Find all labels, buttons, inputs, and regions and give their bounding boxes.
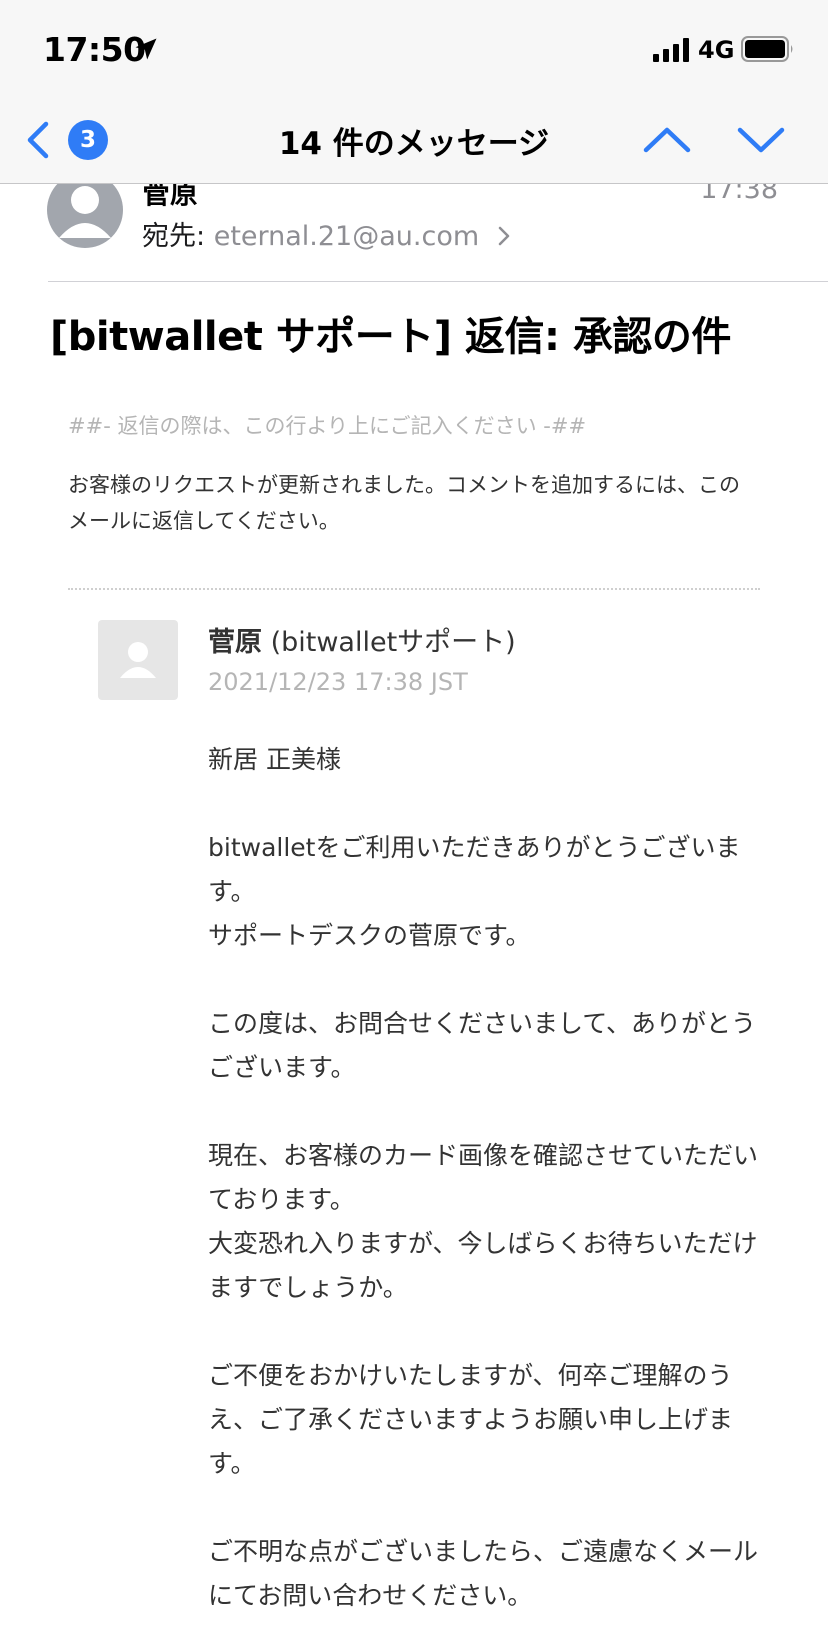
- network-type: 4G: [698, 36, 735, 64]
- reply-marker-line: ##- 返信の際は、この行より上にご記入ください -##: [68, 414, 587, 438]
- body-paragraph: ご不明な点がございましたら、ご遠慮なくメールにてお問い合わせください。: [208, 1537, 759, 1610]
- top-bar: 17:50 4G 3 14 件のメッセージ: [0, 0, 828, 184]
- message-body: 新居 正美様 bitwalletをご利用いただきありがとうございます。 サポートデス…: [208, 738, 768, 1618]
- next-message-chevron-down-icon[interactable]: [734, 118, 788, 162]
- agent-name: 菅原: [208, 627, 262, 658]
- message-subject: [bitwallet サポート] 返信: 承認の件: [50, 314, 731, 360]
- update-notice: お客様のリクエストが更新されました。コメントを追加するには、このメールに返信して…: [68, 473, 740, 533]
- unread-badge[interactable]: 3: [68, 120, 108, 160]
- header-divider: [48, 281, 828, 282]
- dotted-divider: [68, 588, 760, 590]
- person-placeholder-icon: [120, 642, 156, 678]
- agent-date: 2021/12/23 17:38 JST: [208, 668, 468, 696]
- back-chevron-icon[interactable]: [22, 118, 54, 162]
- chevron-right-icon: [498, 226, 509, 246]
- body-paragraph: bitwalletをご利用いただきありがとうございます。 サポートデスクの菅原です…: [208, 833, 741, 950]
- agent-avatar: [98, 620, 178, 700]
- recipient-row[interactable]: 宛先: eternal.21@au.com: [142, 214, 512, 253]
- signal-icon: [653, 38, 689, 62]
- body-paragraph: この度は、お問合せくださいまして、ありがとうございます。: [208, 1009, 757, 1082]
- body-paragraph: 現在、お客様のカード画像を確認させていただいております。 大変恐れ入りますが、今し…: [208, 1141, 759, 1302]
- battery-icon: [741, 36, 793, 62]
- nav-title: 14 件のメッセージ: [278, 126, 550, 162]
- agent-name-line: 菅原 (bitwalletサポート): [208, 620, 516, 659]
- recipient-address[interactable]: eternal.21@au.com: [214, 221, 479, 252]
- location-arrow-icon: [135, 38, 157, 60]
- body-paragraph: ご不便をおかけいたしますが、何卒ご理解のうえ、ご了承くださいますようお願い申し上…: [208, 1361, 734, 1478]
- previous-message-chevron-up-icon[interactable]: [640, 118, 694, 162]
- status-time: 17:50: [43, 30, 146, 69]
- mail-screen: 17:50 4G 3 14 件のメッセージ 菅原 17:38 宛先: etern…: [0, 0, 828, 1626]
- to-label: 宛先:: [142, 221, 206, 252]
- body-paragraph: 新居 正美様: [208, 745, 341, 774]
- agent-org: (bitwalletサポート): [270, 627, 516, 658]
